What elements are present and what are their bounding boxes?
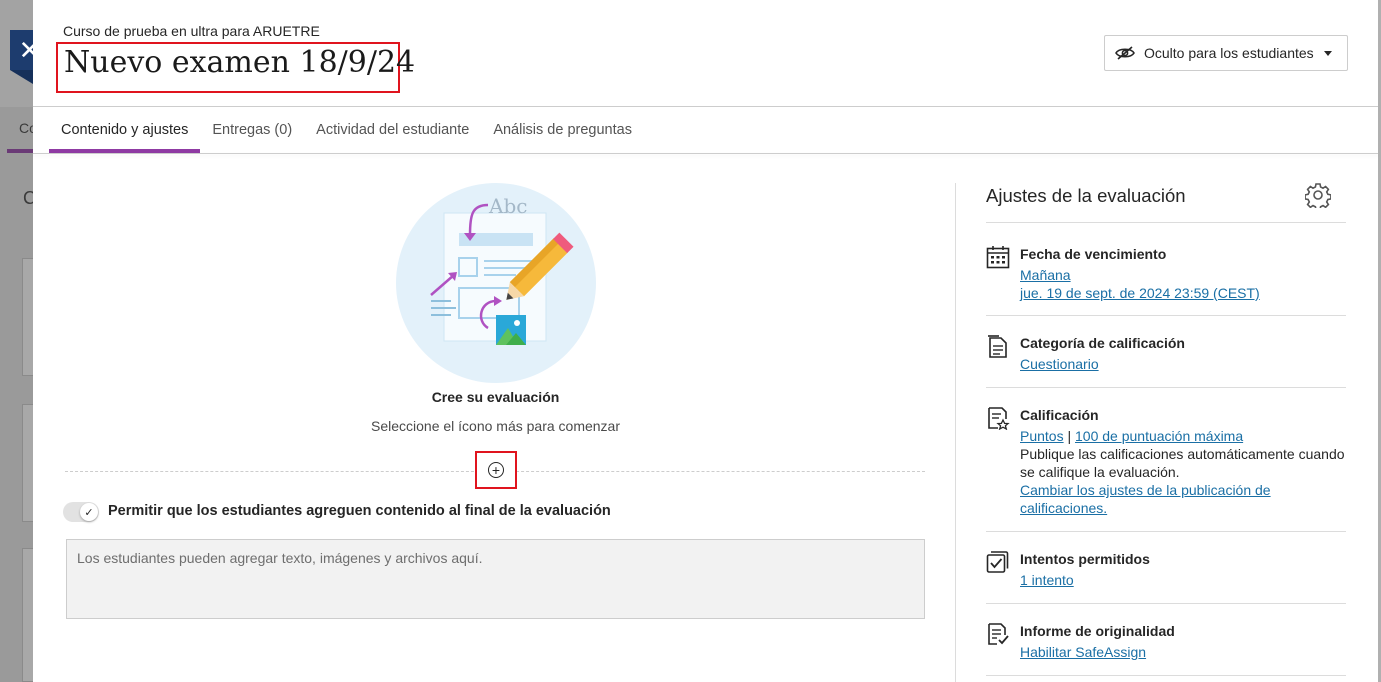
add-content-button[interactable]: + — [475, 451, 517, 489]
grading-scheme-link[interactable]: Puntos — [1020, 428, 1064, 444]
create-assessment-illustration: Abc — [396, 183, 596, 383]
allow-student-content-toggle[interactable]: ✓ — [63, 502, 99, 522]
document-icon — [988, 335, 1007, 358]
illustration-abc-text: Abc — [488, 194, 527, 218]
tab-question-analysis[interactable]: Análisis de preguntas — [481, 107, 644, 153]
eye-slash-icon — [1115, 46, 1135, 60]
visibility-label: Oculto para los estudiantes — [1144, 45, 1314, 61]
visibility-dropdown[interactable]: Oculto para los estudiantes — [1104, 35, 1348, 71]
originality-label: Informe de originalidad — [1020, 623, 1175, 639]
grading-separator: | — [1067, 428, 1072, 444]
create-assessment-subtitle: Seleccione el ícono más para comenzar — [370, 418, 621, 434]
originality-report-icon — [988, 623, 1009, 645]
grade-category-link[interactable]: Cuestionario — [1020, 356, 1099, 372]
settings-divider-line — [986, 315, 1346, 316]
enable-safeassign-link[interactable]: Habilitar SafeAssign — [1020, 644, 1146, 660]
change-grade-posting-link[interactable]: Cambiar los ajustes de la publicación de… — [1020, 482, 1271, 516]
course-name: Curso de prueba en ultra para ARUETRE — [63, 23, 320, 39]
gear-icon[interactable] — [1305, 182, 1331, 208]
create-assessment-title: Cree su evaluación — [431, 389, 560, 405]
chevron-down-icon — [1323, 50, 1332, 56]
assessment-panel: Curso de prueba en ultra para ARUETRE Nu… — [33, 0, 1378, 682]
due-date-relative-link[interactable]: Mañana — [1020, 267, 1071, 283]
check-icon: ✓ — [80, 503, 98, 521]
attempts-checkbox-icon — [986, 551, 1009, 573]
grading-label: Calificación — [1020, 407, 1099, 423]
plus-circle-icon: + — [488, 462, 504, 478]
attempts-label: Intentos permitidos — [1020, 551, 1150, 567]
due-date-label: Fecha de vencimiento — [1020, 246, 1167, 262]
tab-content-settings[interactable]: Contenido y ajustes — [49, 107, 201, 153]
settings-divider-line — [986, 675, 1346, 676]
settings-divider-line — [986, 603, 1346, 604]
settings-divider-line — [986, 387, 1346, 388]
tab-student-activity[interactable]: Actividad del estudiante — [304, 107, 481, 153]
settings-divider-line — [986, 531, 1346, 532]
attempts-link[interactable]: 1 intento — [1020, 572, 1074, 588]
grade-star-icon — [988, 407, 1010, 430]
tab-submissions[interactable]: Entregas (0) — [200, 107, 304, 153]
assessment-title[interactable]: Nuevo examen 18/9/24 — [64, 45, 415, 80]
allow-student-content-label: Permitir que los estudiantes agreguen co… — [108, 503, 611, 519]
tab-bar: Contenido y ajustes Entregas (0) Activid… — [49, 107, 644, 153]
grading-description: Publique las calificaciones automáticame… — [1020, 446, 1345, 480]
student-content-textarea[interactable]: Los estudiantes pueden agregar texto, im… — [66, 539, 925, 619]
settings-title: Ajustes de la evaluación — [986, 185, 1186, 206]
settings-divider — [955, 183, 956, 682]
settings-divider-line — [986, 222, 1346, 223]
grade-category-label: Categoría de calificación — [1020, 335, 1185, 351]
max-points-link[interactable]: 100 de puntuación máxima — [1075, 428, 1243, 444]
calendar-icon — [986, 246, 1010, 269]
tabs-divider — [33, 153, 1378, 154]
due-date-link[interactable]: jue. 19 de sept. de 2024 23:59 (CEST) — [1020, 285, 1260, 301]
close-button-tail — [10, 70, 33, 84]
